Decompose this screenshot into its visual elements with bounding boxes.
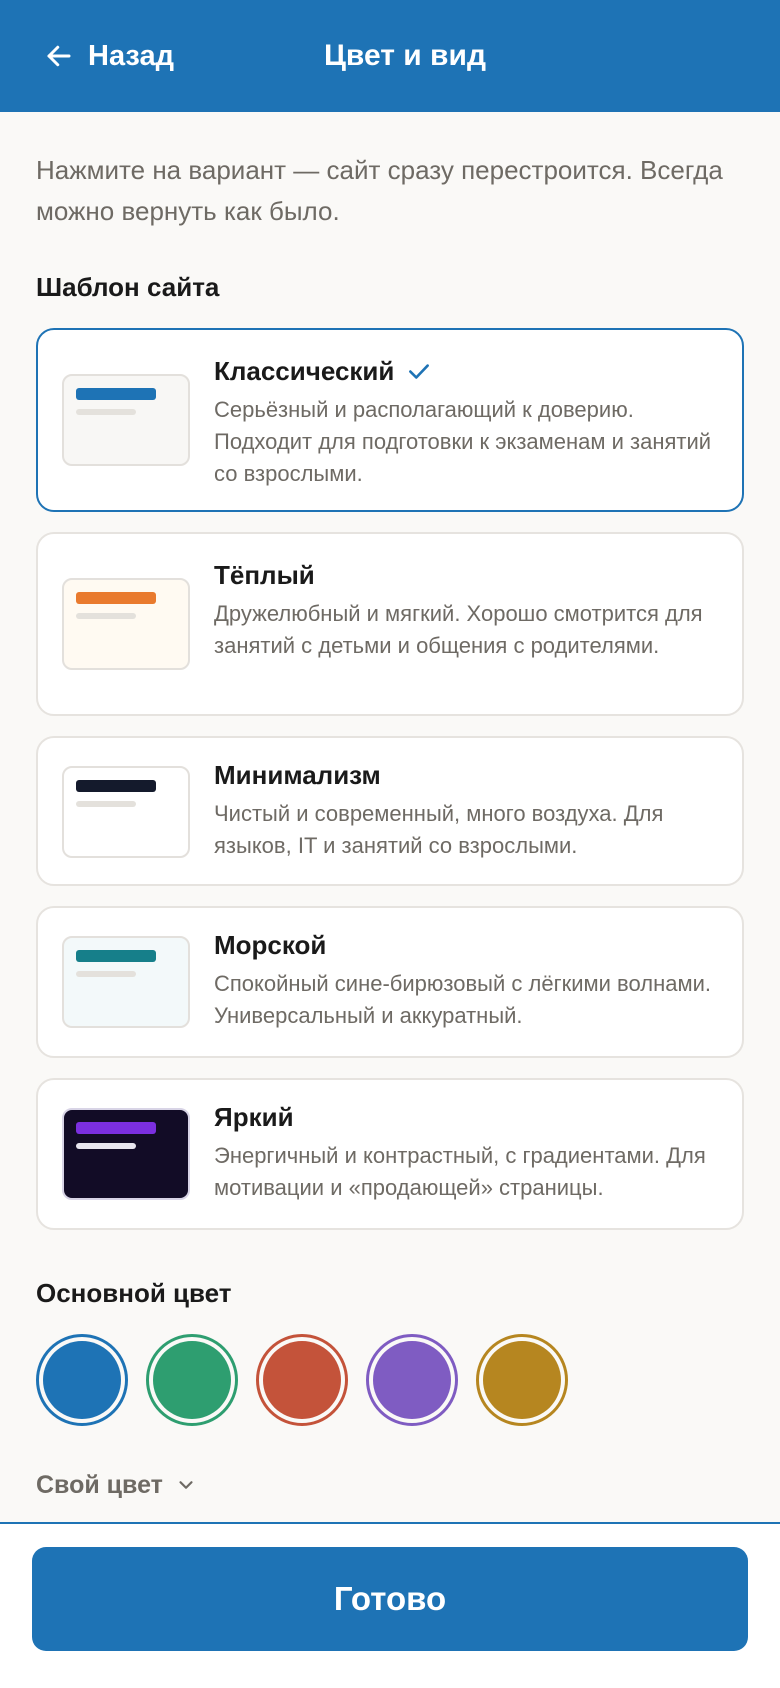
- template-description: Дружелюбный и мягкий. Хорошо смотрится д…: [214, 601, 703, 658]
- color-swatch-blue[interactable]: [36, 1334, 128, 1426]
- custom-color-label: Свой цвет: [36, 1470, 163, 1499]
- preview-header-bar: [76, 780, 156, 792]
- check-icon: [409, 364, 430, 379]
- template-preview-thumbnail: [62, 766, 190, 858]
- template-title: Тёплый: [214, 559, 315, 590]
- preview-header-bar: [76, 950, 156, 962]
- footer: Готово: [0, 1524, 780, 1688]
- template-card-minimalism[interactable]: Минимализм Чистый и современный, много в…: [36, 736, 744, 886]
- preview-text-bar: [76, 409, 136, 415]
- color-swatches: [36, 1334, 586, 1426]
- color-swatch-gold[interactable]: [476, 1334, 568, 1426]
- done-button[interactable]: Готово: [32, 1547, 748, 1651]
- template-description: Чистый и современный, много воздуха. Для…: [214, 801, 664, 858]
- preview-text-bar: [76, 801, 136, 807]
- preview-header-bar: [76, 1122, 156, 1134]
- template-preview-thumbnail: [62, 578, 190, 670]
- template-preview-thumbnail: [62, 936, 190, 1028]
- template-title: Яркий: [214, 1101, 294, 1132]
- template-title: Классический: [214, 355, 395, 386]
- template-preview-thumbnail: [62, 374, 190, 466]
- templates-section-title: Шаблон сайта: [36, 272, 220, 302]
- template-card-classic[interactable]: Классический Серьёзный и располагающий к…: [36, 328, 744, 512]
- preview-text-bar: [76, 613, 136, 619]
- page-title: Цвет и вид: [324, 39, 486, 72]
- color-swatch-red[interactable]: [256, 1334, 348, 1426]
- preview-header-bar: [76, 592, 156, 604]
- preview-text-bar: [76, 1143, 136, 1149]
- template-description: Серьёзный и располагающий к доверию. Под…: [214, 397, 712, 486]
- color-swatch-green[interactable]: [146, 1334, 238, 1426]
- template-card-marine[interactable]: Морской Спокойный сине-бирюзовый с лёгки…: [36, 906, 744, 1058]
- chevron-down-icon: [179, 1481, 193, 1489]
- template-card-bright[interactable]: Яркий Энергичный и контрастный, с градие…: [36, 1078, 744, 1230]
- custom-color-toggle[interactable]: Свой цвет: [36, 1468, 197, 1502]
- preview-header-bar: [76, 388, 156, 400]
- intro-text: Нажмите на вариант — сайт сразу перестро…: [36, 155, 723, 226]
- template-title: Морской: [214, 929, 327, 960]
- color-section-title: Основной цвет: [36, 1278, 232, 1308]
- preview-text-bar: [76, 971, 136, 977]
- template-description: Спокойный сине-бирюзовый с лёгкими волна…: [214, 971, 711, 1028]
- top-bar: Назад Цвет и вид: [0, 0, 780, 112]
- color-swatch-purple[interactable]: [366, 1334, 458, 1426]
- template-card-warm[interactable]: Тёплый Дружелюбный и мягкий. Хорошо смот…: [36, 532, 744, 716]
- template-description: Энергичный и контрастный, с градиентами.…: [214, 1143, 706, 1200]
- template-title: Минимализм: [214, 759, 381, 790]
- template-preview-thumbnail: [62, 1108, 190, 1200]
